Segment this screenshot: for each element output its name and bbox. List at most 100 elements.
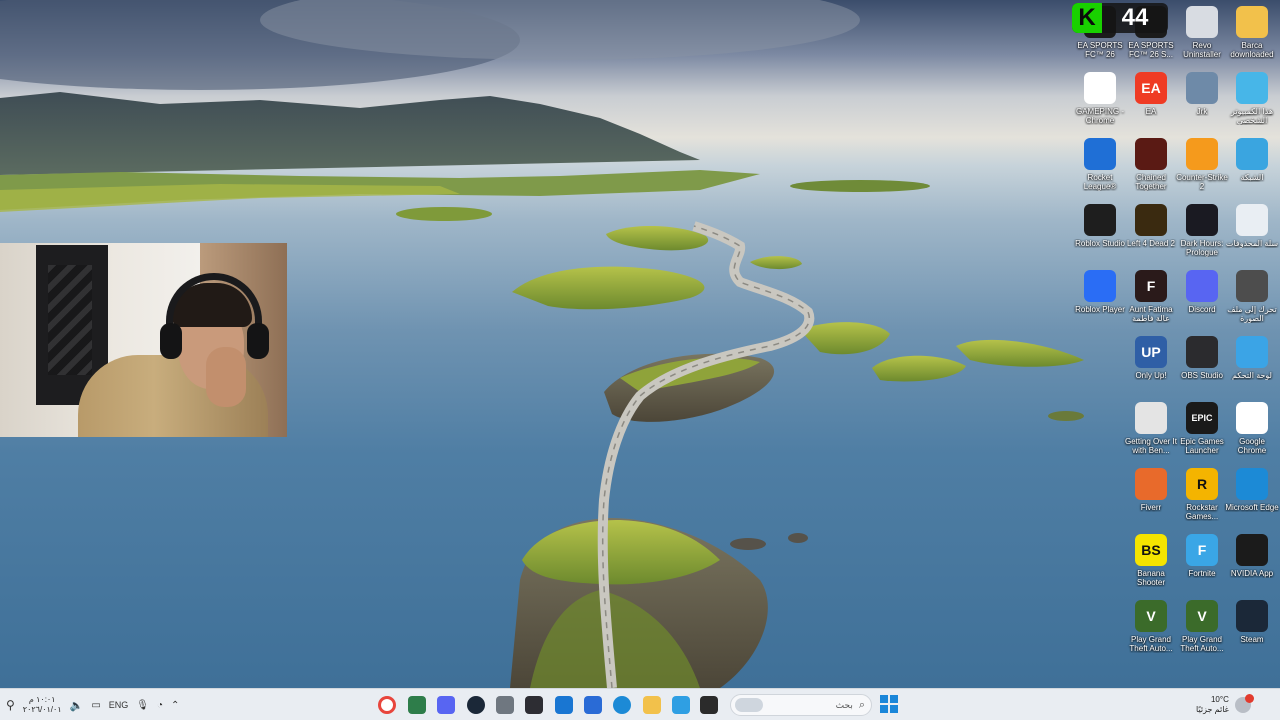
- desktop-icon-label: Dark Hours: Prologue: [1180, 239, 1224, 257]
- edge-icon: [1236, 468, 1268, 500]
- desktop-icon-label: Epic Games Launcher: [1180, 437, 1224, 455]
- controller-icon: [525, 696, 543, 714]
- ea-app-icon: EA: [1135, 72, 1167, 104]
- desktop-icon-label: EA: [1145, 107, 1157, 116]
- weather-text: 10°C غائم جزئيًا: [1196, 695, 1229, 715]
- windows-logo-tile: [880, 705, 888, 713]
- terminal-icon: [700, 696, 718, 714]
- steam-icon: [467, 696, 485, 714]
- desktop-icon-item[interactable]: V Play Grand Theft Auto...: [1123, 600, 1179, 664]
- headset-right-cup: [247, 323, 269, 359]
- taskbar-app-chrome[interactable]: [376, 694, 398, 716]
- desktop-icon-item[interactable]: Left 4 Dead 2: [1123, 204, 1179, 268]
- chained-together-icon: [1135, 138, 1167, 170]
- desktop-icon-label: EA SPORTS FC™ 26: [1077, 41, 1123, 59]
- person-hand: [206, 347, 246, 407]
- desktop-icon-item[interactable]: هذا الكمبيوتر الشخصي: [1224, 72, 1280, 136]
- desktop-icon-label: Play Grand Theft Auto...: [1180, 635, 1224, 653]
- banana-shooter-icon: BS: [1135, 534, 1167, 566]
- taskbar-app-settings[interactable]: [494, 694, 516, 716]
- desktop-icon-item[interactable]: Jrk: [1174, 72, 1230, 136]
- desktop-icon-item[interactable]: Microsoft Edge: [1224, 468, 1280, 532]
- desktop-icon-label: NVIDIA App: [1230, 569, 1274, 578]
- fortnite-icon: F: [1186, 534, 1218, 566]
- desktop-icon-item[interactable]: تحرك إلى ملف الصورة: [1224, 270, 1280, 334]
- roblox-player-icon: [1084, 270, 1116, 302]
- desktop-icon-label: Counter-Strike 2: [1176, 173, 1228, 191]
- desktop-icon-item[interactable]: Roblox Studio: [1072, 204, 1128, 268]
- network-icon[interactable]: ◔: [157, 700, 163, 711]
- desktop-icon-item[interactable]: EA EA: [1123, 72, 1179, 136]
- notifications-icon[interactable]: ⚲: [6, 698, 15, 712]
- desktop-icon-label: هذا الكمبيوتر الشخصي: [1230, 107, 1274, 125]
- desktop-icon-item[interactable]: Fiverr: [1123, 468, 1179, 532]
- microphone-icon[interactable]: 🎙: [136, 700, 149, 711]
- desktop-icon-label: Rocket League®: [1083, 173, 1117, 191]
- desktop-icon-item[interactable]: F Aunt Fatima عالة فاطمة: [1123, 270, 1179, 334]
- discord-icon: [1186, 270, 1218, 302]
- chrome-icon: [1084, 72, 1116, 104]
- roblox-studio-icon: [1084, 204, 1116, 236]
- taskbar-app-photos[interactable]: [670, 694, 692, 716]
- taskbar-app-mail[interactable]: [553, 694, 575, 716]
- desktop-icon-item[interactable]: Getting Over It with Ben...: [1123, 402, 1179, 466]
- gamebar-icon: [408, 696, 426, 714]
- windows-logo-tile: [890, 695, 898, 703]
- pubg-icon: [1186, 72, 1218, 104]
- desktop-icon-label: Aunt Fatima عالة فاطمة: [1129, 305, 1173, 323]
- desktop-icon-label: Getting Over It with Ben...: [1124, 437, 1178, 455]
- webcam-overlay: [0, 243, 287, 437]
- this-pc-icon: [1236, 72, 1268, 104]
- desktop-icon-item[interactable]: لوحة التحكم: [1224, 336, 1280, 400]
- taskbar-app-xbox-gamebar[interactable]: [406, 694, 428, 716]
- search-box[interactable]: بحث ⌕: [730, 694, 872, 716]
- desktop-icon-item[interactable]: الشبكة: [1224, 138, 1280, 202]
- badge-value: 44: [1121, 4, 1149, 31]
- chrome-icon: [378, 696, 396, 714]
- desktop-icon-item[interactable]: Dark Hours: Prologue: [1174, 204, 1230, 268]
- desktop-icon-label: Roblox Player: [1075, 305, 1125, 314]
- desktop-icon-item[interactable]: EPIC Epic Games Launcher: [1174, 402, 1230, 466]
- taskbar-app-discord[interactable]: [435, 694, 457, 716]
- desktop-icon-item[interactable]: Counter-Strike 2: [1174, 138, 1230, 202]
- taskbar: ⚲ ١٠:٠١ م ٢٠٢٦/٠١/٠١ 🔈 ▭ ENG 🎙 ◔ ⌃ بحث ⌕…: [0, 688, 1280, 720]
- language-indicator[interactable]: ENG: [109, 700, 129, 710]
- clock-date: ٢٠٢٦/٠١/٠١: [22, 705, 62, 714]
- start-button[interactable]: [880, 695, 898, 713]
- desktop-icon-item[interactable]: R Rockstar Games...: [1174, 468, 1230, 532]
- desktop-icon-item[interactable]: V Play Grand Theft Auto...: [1174, 600, 1230, 664]
- taskbar-app-edge[interactable]: [611, 694, 633, 716]
- desktop-icon-item[interactable]: Steam: [1224, 600, 1280, 664]
- desktop-icon-item[interactable]: Roblox Player: [1072, 270, 1128, 334]
- taskbar-clock[interactable]: ١٠:٠١ م ٢٠٢٦/٠١/٠١: [23, 695, 62, 715]
- desktop-icon-item[interactable]: سلة المحذوفات: [1224, 204, 1280, 268]
- volume-icon[interactable]: 🔈: [70, 699, 84, 712]
- desktop-icon-item[interactable]: NVIDIA App: [1224, 534, 1280, 598]
- taskbar-app-terminal[interactable]: [698, 694, 720, 716]
- desktop-icon-item[interactable]: Google Chrome: [1224, 402, 1280, 466]
- taskbar-app-steam[interactable]: [465, 694, 487, 716]
- desktop-icon-item[interactable]: Rocket League®: [1072, 138, 1128, 202]
- control-panel-icon: [1236, 336, 1268, 368]
- steam-icon: [1236, 600, 1268, 632]
- battery-icon[interactable]: ▭: [91, 700, 100, 711]
- weather-temp: 10°C: [1210, 695, 1229, 704]
- taskbar-app-file-explorer[interactable]: [641, 694, 663, 716]
- desktop-icon-item[interactable]: Discord: [1174, 270, 1230, 334]
- desktop-icon-item[interactable]: OBS Studio: [1174, 336, 1230, 400]
- desktop-icon-item[interactable]: F Fortnite: [1174, 534, 1230, 598]
- desktop-icon-item[interactable]: Chained Together: [1123, 138, 1179, 202]
- nvidia-icon: [1236, 534, 1268, 566]
- taskbar-app-store[interactable]: [582, 694, 604, 716]
- taskbar-app-controller[interactable]: [523, 694, 545, 716]
- gta-icon: V: [1186, 600, 1218, 632]
- desktop-icon-item[interactable]: Barca downloaded: [1224, 6, 1280, 70]
- desktop-icon-item[interactable]: Revo Uninstaller: [1174, 6, 1230, 70]
- desktop-icon-label: Only Up!: [1135, 371, 1167, 380]
- chevron-up-icon[interactable]: ⌃: [171, 700, 179, 711]
- desktop-icon-item[interactable]: UP Only Up!: [1123, 336, 1179, 400]
- epic-games-icon: EPIC: [1186, 402, 1218, 434]
- desktop-icon-item[interactable]: BS Banana Shooter: [1123, 534, 1179, 598]
- weather-widget[interactable]: 10°C غائم جزئيًا: [1196, 692, 1276, 718]
- desktop-icon-item[interactable]: GAMEPING - Chrome: [1072, 72, 1128, 136]
